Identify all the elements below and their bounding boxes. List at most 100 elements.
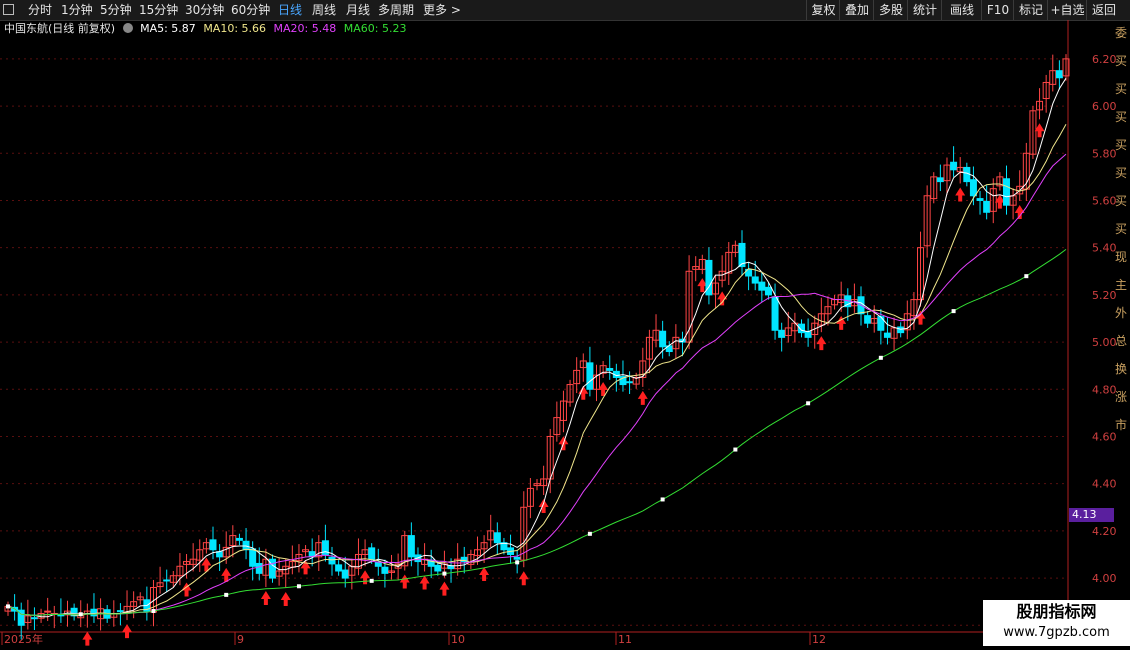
candle-body [163, 579, 171, 582]
candle-body [764, 286, 772, 296]
y-tick-label: 4.40 [1092, 478, 1117, 491]
candle-body [586, 362, 594, 390]
side-strip-char: 市 [1115, 418, 1128, 432]
side-strip-char: 涨 [1115, 390, 1128, 404]
ma60-marker [1024, 274, 1029, 279]
side-strip-char: 主 [1115, 278, 1128, 292]
buy-arrow-icon [637, 390, 648, 405]
candle-body [381, 566, 389, 574]
buy-arrow-icon [816, 336, 827, 351]
watermark-url: www.7gpzb.com [1003, 625, 1110, 640]
side-strip-char: 委 [1115, 26, 1128, 40]
ma60-marker [951, 309, 956, 314]
x-tick-label: 10 [451, 633, 465, 646]
candle-body [659, 330, 667, 348]
candle-body [771, 296, 779, 331]
ma10-value: MA10: 5.66 [203, 22, 267, 35]
ma5-line [7, 77, 1067, 618]
candle-body [434, 564, 442, 572]
side-info-strip: 委买买买买买买买现主外总换涨市 [1113, 20, 1130, 440]
candle-body [1055, 70, 1063, 79]
watermark: 股朋指标网 www.7gpzb.com [983, 600, 1130, 646]
ma60-marker [515, 560, 520, 565]
ma60-marker [296, 584, 301, 589]
candle-body [897, 326, 905, 334]
buy-arrow-icon [439, 581, 450, 596]
candle-body [758, 281, 766, 291]
watermark-title: 股朋指标网 [1016, 602, 1097, 621]
side-strip-char: 买 [1115, 82, 1128, 96]
candle-body [804, 331, 812, 338]
y-tick-label: 4.20 [1092, 525, 1117, 538]
buy-arrow-icon [518, 571, 529, 586]
buy-arrow-icon [280, 591, 291, 606]
buy-arrow-icon [360, 570, 371, 585]
ma60-marker [587, 531, 592, 536]
ma60-marker [78, 612, 83, 617]
kline-chart[interactable]: 6.206.005.805.605.405.205.004.804.604.40… [0, 0, 1130, 650]
ma10-line [7, 124, 1067, 616]
side-strip-char: 买 [1115, 222, 1128, 236]
y-tick-label: 4.00 [1092, 572, 1117, 585]
ma60-marker [224, 592, 229, 597]
candle-body [249, 548, 257, 567]
buy-arrow-icon [399, 574, 410, 589]
side-strip-char: 现 [1115, 250, 1128, 264]
x-tick-label: 2025年 [4, 632, 43, 646]
ma60-marker [369, 578, 374, 583]
current-price-tag: 4.13 [1069, 508, 1114, 522]
ma60-marker [806, 401, 811, 406]
buy-arrow-icon [82, 631, 93, 646]
ma20-value: MA20: 5.48 [273, 22, 337, 35]
candle-body [936, 177, 944, 183]
ma60-marker [151, 609, 156, 614]
settings-circle-icon[interactable] [122, 23, 133, 33]
ma60-marker [878, 355, 883, 360]
candle-body [116, 610, 124, 613]
candle-body [341, 569, 349, 579]
candle-body [969, 179, 977, 197]
candle-body [513, 556, 521, 560]
candle-body [983, 200, 991, 213]
ma60-marker [660, 497, 665, 502]
ma60-marker [442, 571, 447, 576]
stock-title[interactable]: 中国东航(日线 前复权) [4, 22, 115, 35]
side-strip-char: 换 [1115, 362, 1128, 376]
candle-body [209, 539, 217, 551]
side-strip-char: 外 [1115, 306, 1128, 320]
indicator-info-bar: 中国东航(日线 前复权) MA5: 5.87 MA10: 5.66 MA20: … [4, 22, 410, 36]
ma60-marker [733, 447, 738, 452]
candle-body [883, 332, 891, 338]
side-strip-char: 买 [1115, 194, 1128, 208]
ma20-line [7, 153, 1067, 616]
x-tick-label: 9 [237, 633, 244, 646]
candle-body [864, 315, 872, 324]
ma60-marker [6, 604, 10, 609]
candle-body [235, 537, 243, 541]
buy-arrow-icon [955, 187, 966, 202]
buy-arrow-icon [419, 575, 430, 590]
buy-arrow-icon [479, 566, 490, 581]
candle-body [493, 532, 501, 544]
candle-body [255, 562, 263, 574]
candle-body [44, 610, 52, 613]
candle-body [1002, 178, 1010, 206]
candle-body [335, 564, 343, 572]
candle-body [368, 547, 376, 560]
side-strip-char: 买 [1115, 110, 1128, 124]
candle-body [606, 368, 614, 371]
side-strip-char: 买 [1115, 166, 1128, 180]
x-tick-label: 11 [618, 633, 632, 646]
side-strip-char: 买 [1115, 138, 1128, 152]
side-strip-char: 总 [1115, 334, 1128, 348]
candle-body [950, 161, 958, 171]
candle-body [328, 556, 336, 565]
buy-arrow-icon [122, 624, 133, 639]
ma5-value: MA5: 5.87 [140, 22, 196, 35]
buy-arrow-icon [260, 591, 271, 606]
candle-body [269, 558, 276, 579]
candle-body [90, 608, 98, 617]
candle-body [30, 617, 38, 620]
candle-body [407, 535, 415, 558]
candle-body [877, 316, 885, 331]
